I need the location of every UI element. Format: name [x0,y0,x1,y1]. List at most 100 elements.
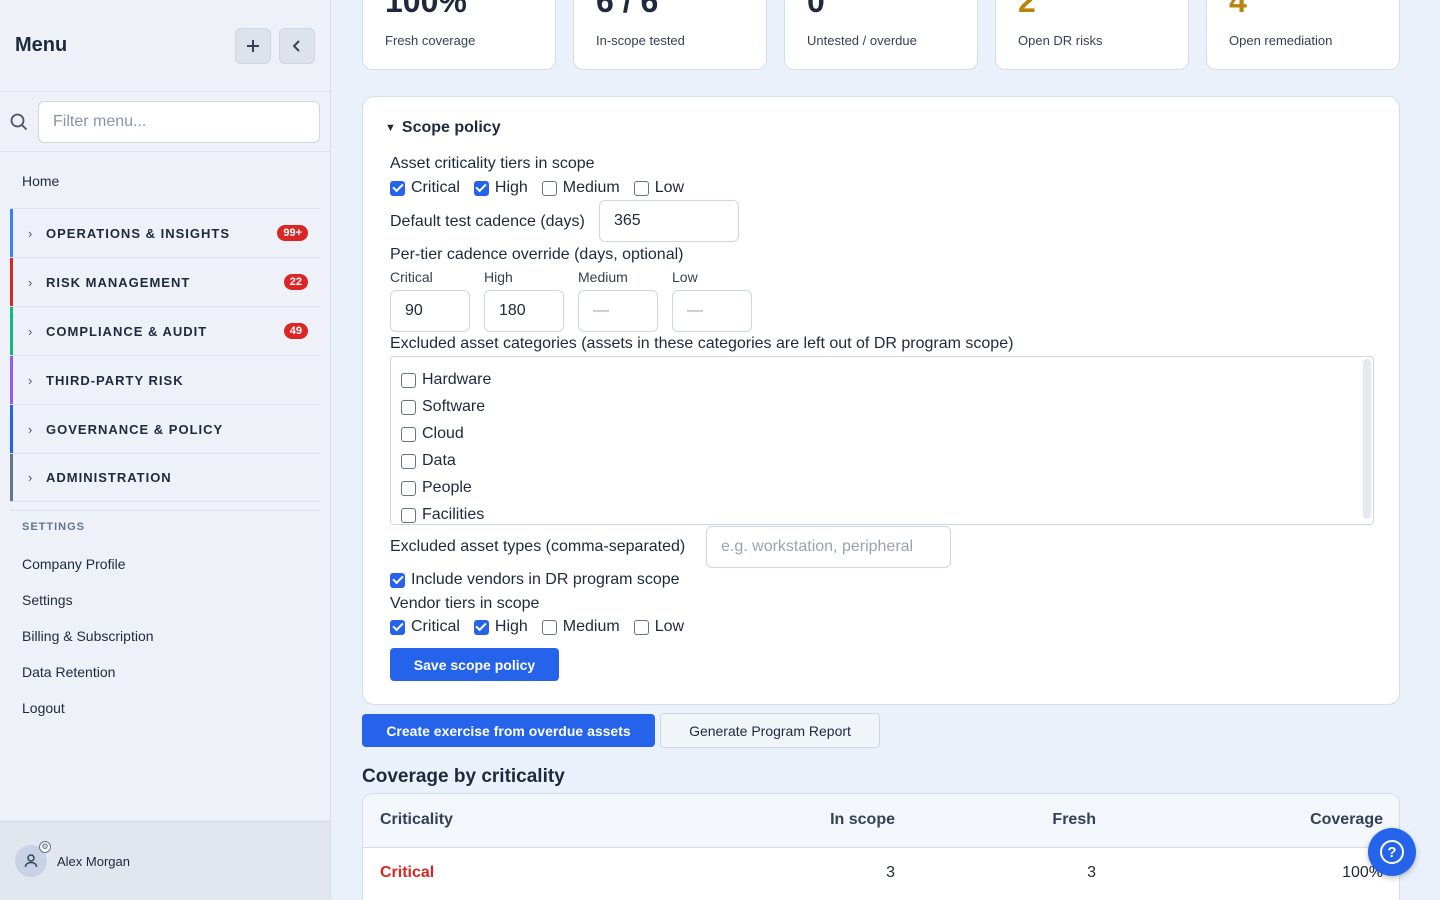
override-high-input[interactable] [484,290,564,332]
section-label: ADMINISTRATION [46,470,172,485]
save-scope-policy-button[interactable]: Save scope policy [390,648,559,681]
excluded-types-label: Excluded asset types (comma-separated) [390,538,686,555]
checkbox-label: Facilities [422,506,485,523]
stat-card-untested-overdue: 0 Untested / overdue [784,0,978,70]
checkbox-box[interactable] [401,372,416,388]
column-header[interactable]: In scope [830,811,895,829]
default-cadence-input[interactable] [599,200,739,242]
category-hardware-checkbox[interactable]: Hardware [401,371,491,389]
section-label: THIRD-PARTY RISK [46,372,184,388]
checkbox-box[interactable] [541,180,557,196]
chevron-right-icon: › [28,421,33,437]
checkbox-box[interactable] [390,180,405,196]
tier-high-checkbox[interactable]: High [473,179,528,197]
checkbox-box[interactable] [401,453,416,469]
checkbox-label: Medium [562,179,620,196]
checkbox-box[interactable] [633,619,649,635]
override-critical-input[interactable] [390,290,470,332]
tier-medium-checkbox[interactable]: Medium [541,179,620,197]
checkbox-label: Cloud [422,425,464,442]
checkbox-box[interactable] [390,572,405,588]
listbox-scrollbar[interactable] [1363,359,1371,519]
chevron-left-icon [292,39,300,52]
excluded-types-input[interactable] [706,526,951,568]
filter-menu-input[interactable] [38,100,320,143]
category-data-checkbox[interactable]: Data [401,452,456,470]
section-label: COMPLIANCE & AUDIT [46,323,208,339]
sidebar-section-governance[interactable]: › GOVERNANCE & POLICY [10,404,320,453]
sidebar-header: Menu [0,0,330,92]
sidebar-item-settings[interactable]: Settings [0,582,330,618]
help-button[interactable]: ? [1368,828,1416,876]
excluded-categories-list[interactable]: Hardware Software Cloud Data People Faci… [390,356,1374,525]
user-icon [24,854,38,868]
section-accent-bar [10,405,13,453]
category-cloud-checkbox[interactable]: Cloud [401,425,464,443]
sidebar-item-billing[interactable]: Billing & Subscription [0,618,330,654]
column-header[interactable]: Criticality [380,811,453,829]
stat-caption: In-scope tested [596,33,685,48]
checkbox-label: People [422,479,472,496]
avatar: ⚙ [15,841,51,877]
override-low-input[interactable] [672,290,752,332]
checkbox-label: High [494,618,528,635]
checkbox-box[interactable] [633,180,649,196]
sidebar-item-logout[interactable]: Logout [0,690,330,726]
scope-policy-toggle[interactable]: ▼ Scope policy [385,119,501,137]
sidebar-section-compliance[interactable]: › COMPLIANCE & AUDIT 49 [10,306,320,355]
excluded-categories-label: Excluded asset categories (assets in the… [390,335,1014,352]
vendor-tier-critical-checkbox[interactable]: Critical [390,618,460,636]
sidebar-section-administration[interactable]: › ADMINISTRATION [10,453,320,502]
coverage-section-title: Coverage by criticality [362,766,565,787]
include-vendors-checkbox[interactable]: Include vendors in DR program scope [390,571,680,589]
scope-policy-title: Scope policy [401,119,501,136]
sidebar-section-risk[interactable]: › RISK MANAGEMENT 22 [10,257,320,306]
category-software-checkbox[interactable]: Software [401,398,485,416]
tier-critical-checkbox[interactable]: Critical [390,179,460,197]
category-people-checkbox[interactable]: People [401,479,472,497]
chevron-right-icon: › [28,274,33,290]
checkbox-box[interactable] [401,426,416,442]
create-exercise-button[interactable]: Create exercise from overdue assets [362,714,655,747]
vendor-tier-medium-checkbox[interactable]: Medium [541,618,620,636]
sidebar-item-company-profile[interactable]: Company Profile [0,546,330,582]
checkbox-box[interactable] [541,619,557,635]
stat-caption: Fresh coverage [385,33,476,48]
section-label: RISK MANAGEMENT [46,274,191,290]
user-footer[interactable]: ⚙ Alex Morgan [0,821,330,900]
vendor-tier-low-checkbox[interactable]: Low [633,618,684,636]
override-medium-input[interactable] [578,290,658,332]
checkbox-box[interactable] [401,480,416,496]
collapse-sidebar-button[interactable] [279,27,315,64]
tier-low-checkbox[interactable]: Low [633,179,684,197]
checkbox-label: Medium [562,618,620,635]
vendor-tiers-label: Vendor tiers in scope [390,595,540,612]
checkbox-box[interactable] [390,619,405,635]
sidebar-section-operations[interactable]: › OPERATIONS & INSIGHTS 99+ [10,208,320,257]
section-accent-bar [10,454,13,501]
checkbox-box[interactable] [473,180,489,196]
sidebar-section-third-party[interactable]: › THIRD-PARTY RISK [10,355,320,404]
column-header[interactable]: Fresh [1052,811,1096,829]
settings-header: SETTINGS [10,510,320,546]
sidebar-item-home[interactable]: Home [0,152,330,208]
column-header[interactable]: Coverage [1310,811,1383,829]
checkbox-box[interactable] [401,507,416,523]
count-badge: 49 [283,323,308,339]
vendor-tier-high-checkbox[interactable]: High [473,618,528,636]
stat-value: 4 [1229,0,1247,19]
category-facilities-checkbox[interactable]: Facilities [401,506,484,524]
override-tier-label: High [484,269,513,285]
checkbox-label: Include vendors in DR program scope [411,571,680,588]
add-button[interactable] [235,27,271,64]
section-accent-bar [10,209,13,257]
checkbox-label: Critical [411,618,460,635]
plus-icon [247,39,259,52]
caret-down-icon: ▼ [385,122,396,134]
checkbox-box[interactable] [473,619,489,635]
sidebar-item-data-retention[interactable]: Data Retention [0,654,330,690]
generate-report-button[interactable]: Generate Program Report [660,713,880,748]
checkbox-box[interactable] [401,399,416,415]
override-tier-label: Medium [578,269,628,285]
sidebar-title: Menu [15,34,68,56]
